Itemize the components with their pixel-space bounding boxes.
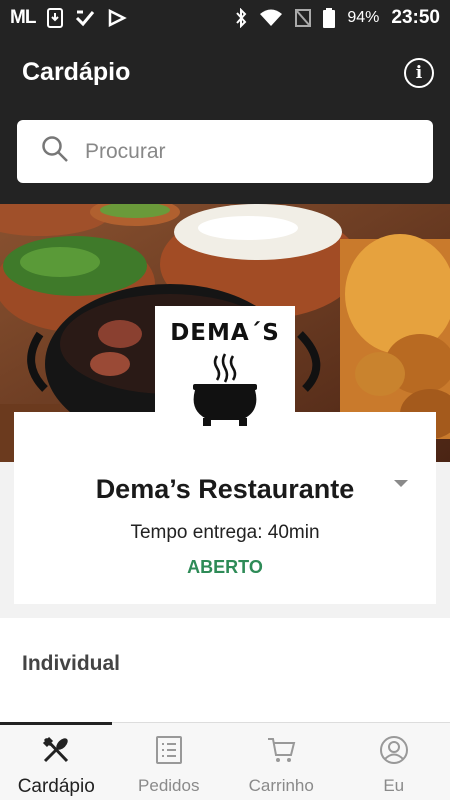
nav-label: Pedidos [138,776,200,795]
info-icon: i [415,63,423,83]
bluetooth-icon [235,8,247,28]
battery-level: 94% [347,9,380,26]
chevron-down-icon[interactable] [394,480,408,487]
check-icon [75,9,95,27]
status-badge: ABERTO [187,557,263,577]
nav-label: Eu [383,776,405,795]
cauldron-icon [175,346,275,431]
list-icon [155,735,183,770]
fork-knife-icon [41,735,71,770]
cart-icon [266,735,296,770]
no-signal-icon [295,9,312,27]
restaurant-logo: DEMA´S [155,306,295,431]
play-store-icon [107,9,128,27]
wifi-icon [259,9,283,27]
user-icon [379,735,409,770]
search-box[interactable] [17,120,433,183]
search-icon [41,135,69,168]
status-bar: ML 94% 23:50 [0,0,450,36]
logo-text: DEMA´S [170,320,280,346]
info-button[interactable]: i [404,58,434,88]
nav-item-pedidos[interactable]: Pedidos [113,723,226,800]
page-title: Cardápio [22,58,131,86]
section-title: Individual [22,652,121,675]
nav-item-eu[interactable]: Eu [338,723,450,800]
nav-label: Cardápio [17,776,95,797]
restaurant-name: Dema’s Restaurante [95,474,355,504]
restaurant-card[interactable]: Dema’s Restaurante Tempo entrega: 40min … [14,412,436,604]
delivery-time: Tempo entrega: 40min [130,522,320,543]
app-bar: Cardápio i [0,36,450,204]
nav-item-cardapio[interactable]: Cardápio [0,722,113,800]
nav-label: Carrinho [248,776,314,795]
bottom-nav: Cardápio Pedidos Carrinho Eu [0,722,450,800]
menu-section[interactable]: Individual [0,618,450,722]
download-icon [47,8,64,28]
carrier-label: ML [10,7,36,28]
search-input[interactable] [85,139,385,164]
nav-item-carrinho[interactable]: Carrinho [225,723,338,800]
battery-icon [323,8,336,28]
clock: 23:50 [391,7,440,28]
